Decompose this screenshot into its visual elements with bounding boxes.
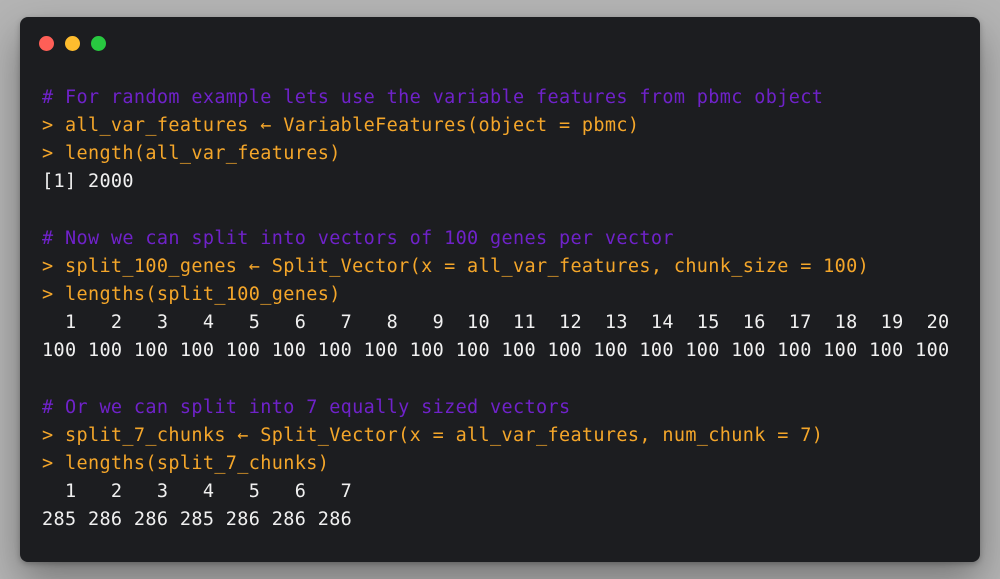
code-output-line: 1 2 3 4 5 6 7: [42, 480, 353, 502]
window-controls: [39, 36, 106, 51]
minimize-window-icon[interactable]: [65, 36, 80, 51]
code-command-line: > length(all_var_features): [42, 143, 341, 165]
code-window: # For random example lets use the variab…: [20, 17, 980, 562]
code-output-line: [1] 2000: [42, 171, 134, 193]
code-command-line: > all_var_features ← VariableFeatures(ob…: [42, 115, 640, 137]
close-window-icon[interactable]: [39, 36, 54, 51]
code-comment-line: # For random example lets use the variab…: [42, 87, 824, 108]
code-comment-line: # Now we can split into vectors of 100 g…: [42, 227, 674, 249]
code-command-line: > lengths(split_100_genes): [42, 283, 341, 305]
code-output-line: 100 100 100 100 100 100 100 100 100 100 …: [42, 340, 950, 362]
code-output-line: 1 2 3 4 5 6 7 8 9 10 11 12 13 14 15 16 1…: [42, 312, 950, 334]
code-output-line: 285 286 286 285 286 286 286: [42, 509, 353, 531]
code-block: # For random example lets use the variab…: [42, 84, 950, 534]
zoom-window-icon[interactable]: [91, 36, 106, 51]
code-command-line: > lengths(split_7_chunks): [42, 452, 330, 474]
code-comment-line: # Or we can split into 7 equally sized v…: [42, 396, 571, 418]
code-command-line: > split_100_genes ← Split_Vector(x = all…: [42, 255, 870, 277]
code-command-line: > split_7_chunks ← Split_Vector(x = all_…: [42, 424, 824, 446]
